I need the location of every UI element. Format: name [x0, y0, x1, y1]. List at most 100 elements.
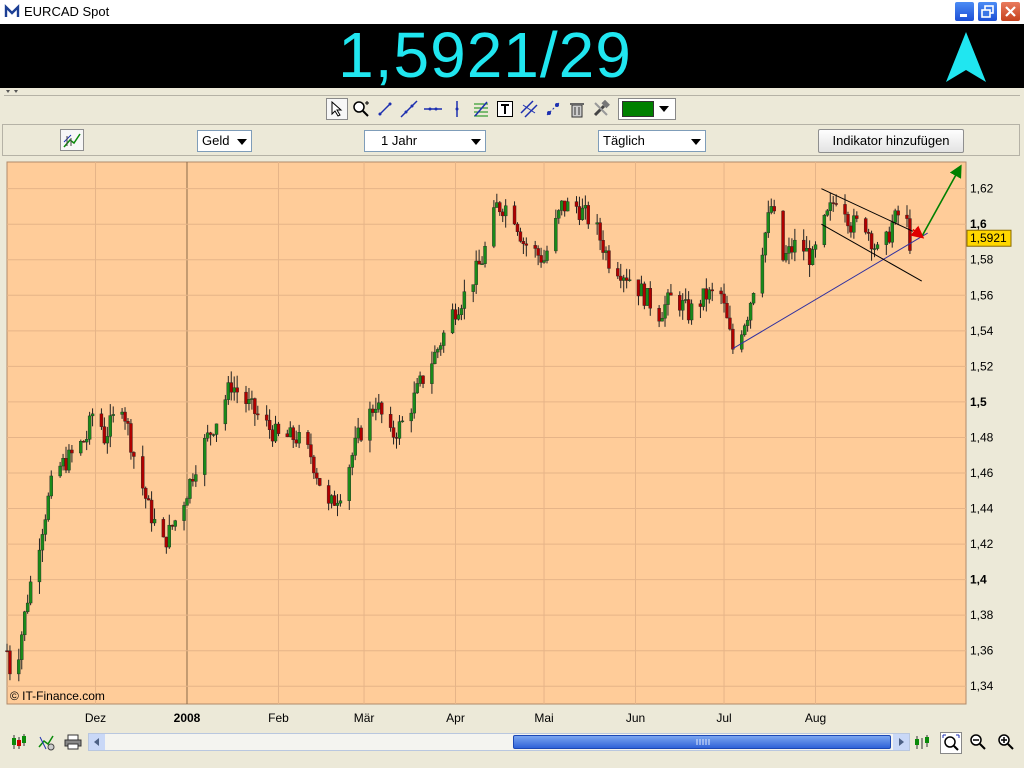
interval-select[interactable]: Täglich — [598, 130, 706, 152]
candle-down — [309, 444, 313, 458]
candle-up — [182, 505, 186, 521]
grip-icon — [696, 739, 710, 745]
points-tool[interactable] — [542, 98, 564, 120]
candle-up — [58, 465, 62, 477]
quote-banner: 1,5921/29 — [0, 19, 1024, 91]
zoom-fit-button[interactable] — [940, 732, 962, 754]
period-select[interactable]: 1 Jahr — [364, 130, 486, 152]
chevron-left-icon — [94, 738, 99, 746]
candle-down — [453, 309, 458, 320]
chart-settings-button[interactable] — [36, 732, 56, 752]
line-tool[interactable] — [374, 98, 396, 120]
candle-up — [188, 479, 192, 499]
candle-down — [421, 375, 425, 384]
close-button[interactable] — [1000, 1, 1021, 22]
candle-up — [67, 449, 71, 471]
candle-down — [359, 427, 363, 441]
candle-down — [678, 295, 682, 311]
collapse-strip[interactable] — [0, 88, 1024, 95]
candle-up — [503, 205, 508, 217]
candle-up — [17, 659, 21, 675]
candle-up — [763, 232, 768, 256]
y-tick-label: 1,62 — [970, 182, 994, 196]
candle-up — [627, 279, 632, 281]
pointer-tool[interactable] — [326, 98, 348, 120]
candle-up — [79, 441, 83, 454]
x-tick-label: Jul — [716, 711, 731, 725]
zoom-in-button[interactable] — [996, 732, 1016, 752]
chart-line-icon — [63, 133, 81, 148]
text-tool[interactable] — [494, 98, 516, 120]
candle-up — [111, 414, 115, 416]
y-tick-label: 1,52 — [970, 359, 994, 373]
candle-down — [132, 452, 136, 457]
horizontal-line-icon — [424, 107, 442, 111]
candle-down — [253, 398, 257, 415]
candle-up — [751, 293, 756, 304]
indicators-button[interactable] — [9, 732, 29, 752]
candle-up — [368, 408, 372, 441]
parallel-lines-tool[interactable] — [518, 98, 540, 120]
candle-down — [834, 203, 838, 205]
period-value: 1 Jahr — [381, 133, 418, 148]
candle-up — [622, 277, 626, 281]
candle-down — [598, 222, 602, 241]
candle-down — [586, 205, 591, 225]
candle-up — [875, 244, 880, 249]
candle-down — [208, 432, 213, 435]
parallel-lines-icon — [520, 100, 538, 118]
extended-line-icon — [400, 100, 418, 118]
candle-up — [742, 325, 747, 335]
scroll-left-button[interactable] — [89, 734, 105, 750]
zoom-out-button[interactable] — [968, 732, 988, 752]
restore-button[interactable] — [977, 1, 998, 22]
y-tick-label: 1,4 — [970, 573, 987, 587]
zoom-fit-icon — [942, 734, 960, 751]
candle-down — [123, 411, 127, 422]
candle-up — [560, 200, 564, 211]
scroll-thumb[interactable] — [513, 735, 891, 749]
candle-up — [214, 423, 219, 435]
candle-up — [580, 207, 585, 220]
scroll-right-button[interactable] — [893, 734, 909, 750]
price-chart[interactable]: Dez 2008 Feb Mär Apr Mai Jun Jul Aug 1,34 1,36 1,38… — [0, 158, 1024, 728]
y-tick-label: 1,56 — [970, 288, 994, 302]
candle-up — [377, 402, 381, 410]
candle-up — [784, 253, 788, 261]
candle-up — [409, 412, 413, 422]
zoom-tool[interactable] — [350, 98, 372, 120]
color-picker[interactable] — [618, 98, 676, 120]
candle-up — [471, 284, 475, 292]
delete-tool[interactable] — [566, 98, 588, 120]
candle-down — [648, 288, 652, 309]
print-button[interactable] — [63, 732, 83, 752]
candle-down — [235, 387, 239, 393]
controls-panel: Geld 1 Jahr Täglich Indikator hinzufügen — [2, 124, 1020, 156]
fit-chart-button[interactable] — [912, 732, 932, 752]
restore-icon — [981, 5, 994, 18]
candle-up — [872, 248, 877, 250]
candle-up — [400, 420, 405, 423]
candle-down — [686, 299, 691, 321]
vertical-line-tool[interactable] — [446, 98, 468, 120]
price-type-select[interactable]: Geld — [197, 130, 252, 152]
candle-up — [223, 399, 228, 425]
tools-tool[interactable] — [590, 98, 612, 120]
chart-type-button[interactable] — [60, 129, 84, 151]
candle-down — [149, 499, 154, 524]
candle-up — [822, 215, 827, 245]
chart-area[interactable]: Dez 2008 Feb Mär Apr Mai Jun Jul Aug 1,34 1,36 1,38… — [0, 158, 1024, 728]
candle-down — [267, 420, 272, 430]
candle-up — [565, 201, 570, 212]
last-value-label: 1,5921 — [970, 231, 1007, 245]
fibonacci-tool[interactable] — [470, 98, 492, 120]
candle-up — [433, 351, 437, 364]
candle-down — [126, 421, 130, 424]
add-indicator-button[interactable]: Indikator hinzufügen — [818, 129, 964, 153]
horizontal-line-tool[interactable] — [422, 98, 444, 120]
extended-line-tool[interactable] — [398, 98, 420, 120]
candle-up — [120, 411, 124, 415]
candle-down — [728, 317, 732, 330]
y-tick-label: 1,36 — [970, 644, 994, 658]
chart-scrollbar[interactable] — [88, 733, 910, 751]
